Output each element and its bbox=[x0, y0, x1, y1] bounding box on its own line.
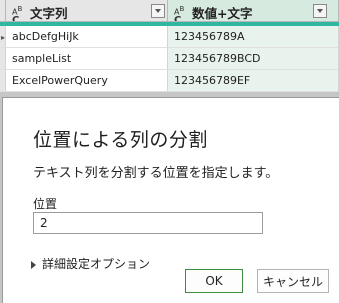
column-header-label: 数値+文字 bbox=[192, 6, 253, 21]
dialog-title: 位置による列の分割 bbox=[33, 129, 208, 151]
table-row[interactable]: ▸ abcDefgHiJk 123456789A bbox=[0, 26, 339, 48]
table-cell: ExcelPowerQuery bbox=[12, 74, 108, 87]
column-filter-dropdown-icon[interactable] bbox=[313, 4, 327, 18]
table-cell: 123456789EF bbox=[174, 74, 251, 87]
table-cell: sampleList bbox=[12, 52, 72, 65]
advanced-options-label: 詳細設定オプション bbox=[42, 257, 151, 271]
column-header-number-text[interactable]: AB C 数値+文字 bbox=[168, 0, 339, 22]
table-cell: abcDefgHiJk bbox=[12, 30, 79, 43]
ok-button[interactable]: OK bbox=[185, 269, 243, 293]
split-column-by-positions-dialog: 位置による列の分割 テキスト列を分割する位置を指定します。 位置 詳細設定オプシ… bbox=[2, 97, 339, 303]
row-indicator-icon: ▸ bbox=[1, 33, 6, 42]
column-header-row: AB C 文字列 AB C 数値+文字 bbox=[0, 0, 339, 22]
column-header-text[interactable]: AB C 文字列 bbox=[6, 0, 168, 22]
text-type-icon[interactable]: AB C bbox=[174, 5, 184, 21]
column-header-label: 文字列 bbox=[30, 6, 68, 21]
column-filter-dropdown-icon[interactable] bbox=[151, 4, 165, 18]
text-type-icon[interactable]: AB C bbox=[12, 5, 22, 21]
expand-triangle-icon bbox=[31, 260, 36, 269]
table-cell: 123456789BCD bbox=[174, 52, 261, 65]
positions-input[interactable] bbox=[33, 212, 263, 234]
positions-label: 位置 bbox=[33, 197, 58, 211]
query-data-grid: AB C 文字列 AB C 数値+文字 ▸ abcDefgHiJk 12345678… bbox=[0, 0, 339, 92]
advanced-options-toggle[interactable]: 詳細設定オプション bbox=[31, 255, 150, 272]
table-row[interactable]: sampleList 123456789BCD bbox=[0, 48, 339, 70]
dialog-description: テキスト列を分割する位置を指定します。 bbox=[33, 166, 279, 181]
table-row[interactable]: ExcelPowerQuery 123456789EF bbox=[0, 70, 339, 92]
table-cell: 123456789A bbox=[174, 30, 245, 43]
cancel-button[interactable]: キャンセル bbox=[257, 269, 329, 293]
